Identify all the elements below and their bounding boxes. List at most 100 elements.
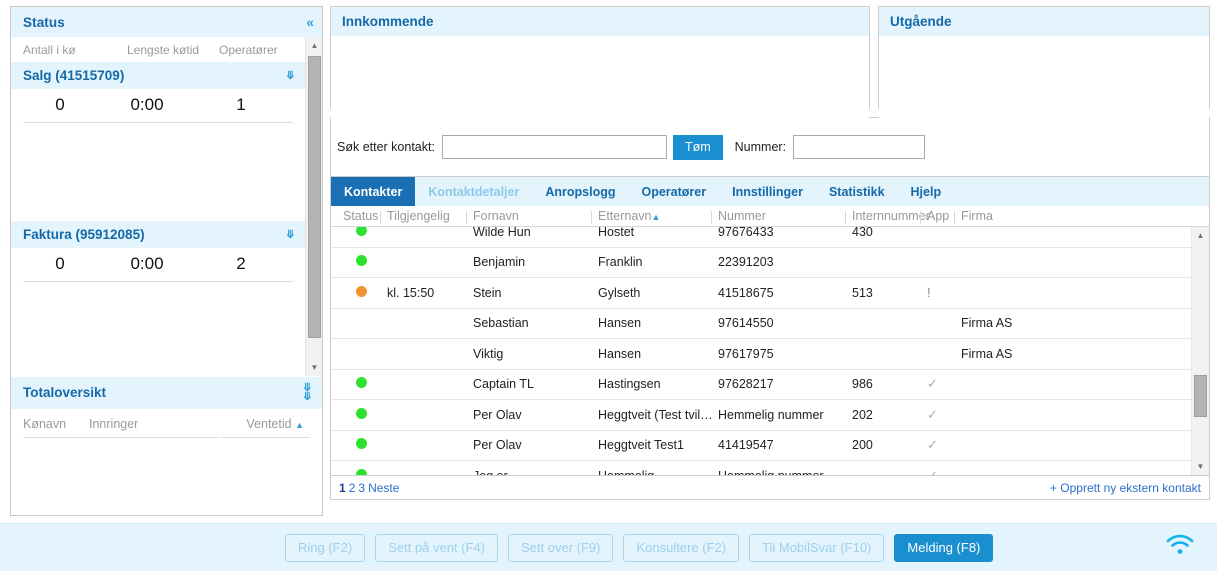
th-company[interactable]: Firma [954, 209, 1065, 224]
sidebar-header: Status « [11, 7, 322, 37]
tab-innstillinger[interactable]: Innstillinger [719, 177, 816, 206]
cell-last-name: Franklin [598, 255, 643, 270]
scroll-down-arrow-icon[interactable]: ▼ [1192, 458, 1209, 475]
queue-column-headers: Antall i kø Lengste køtid Operatører [11, 37, 305, 62]
tab-anropslogg[interactable]: Anropslogg [532, 177, 628, 206]
chevron-double-down-icon[interactable]: ⤋ ⤋ [303, 383, 312, 403]
sidebar-scrollbar[interactable]: ▲ ▼ [305, 37, 322, 376]
cell-first-name: Stein [473, 285, 502, 300]
col-wait-time[interactable]: Ventetid ▲ [246, 417, 310, 431]
cell-number: Hemmelig nummer [712, 469, 846, 475]
chevron-double-left-icon[interactable]: « [306, 15, 314, 29]
status-sidebar: Status « Antall i kø Lengste køtid Opera… [10, 6, 323, 516]
table-row[interactable]: Captain TL Hastingsen 97628217 986 ✓ [331, 370, 1191, 400]
th-last-name[interactable]: Etternavn▲ [591, 209, 712, 224]
sort-ascending-icon: ▲ [651, 212, 661, 222]
queue-count-value: 0 [55, 254, 65, 273]
incoming-calls-panel: Innkommende [330, 6, 870, 137]
page-3[interactable]: 3 [358, 481, 365, 495]
queue-group-header[interactable]: Salg (41515709) ⤋ [11, 62, 305, 89]
status-dot-green [356, 468, 367, 475]
scroll-down-arrow-icon[interactable]: ▼ [306, 359, 322, 376]
cell-last-name: Gylseth [598, 285, 641, 300]
table-row[interactable]: Per Olav Heggtveit Test1 41419547 200 ✓ [331, 431, 1191, 461]
hold-button[interactable]: Sett på vent (F4) [375, 533, 499, 562]
page-2[interactable]: 2 [349, 481, 356, 495]
th-app[interactable]: App [920, 209, 955, 224]
message-button[interactable]: Melding (F8) [894, 533, 994, 562]
cell-first-name: Jeg er [467, 469, 592, 475]
queue-scroll-region: Antall i kø Lengste køtid Operatører Sal… [11, 37, 322, 377]
col-queue-name: Kønavn [23, 416, 67, 431]
queue-detail-area [11, 123, 305, 221]
contacts-table: Status Tilgjengelig Fornavn Etternavn▲ N… [330, 206, 1210, 476]
tab-hjelp[interactable]: Hjelp [898, 177, 955, 206]
th-first-name[interactable]: Fornavn [466, 209, 592, 224]
cell-number: 22391203 [718, 255, 774, 270]
table-row[interactable]: Benjamin Franklin 22391203 [331, 248, 1191, 278]
scroll-up-arrow-icon[interactable]: ▲ [1192, 227, 1209, 244]
th-available[interactable]: Tilgjengelig [380, 209, 467, 224]
col-queue-count: Antall i kø [23, 43, 76, 57]
tab-operatorer[interactable]: Operatører [628, 177, 719, 206]
chevron-down-icon[interactable]: ⤋ [286, 69, 295, 82]
table-row[interactable]: Sebastian Hansen 97614550 Firma AS [331, 309, 1191, 339]
cell-first-name: Viktig [473, 346, 504, 361]
th-number[interactable]: Nummer [711, 209, 846, 224]
to-mobile-voicemail-button[interactable]: Til MobilSvar (F10) [749, 533, 885, 562]
table-row[interactable]: kl. 15:50 Stein Gylseth 41518675 513! [331, 278, 1191, 309]
queue-operators-value: 1 [236, 95, 246, 114]
number-label: Nummer: [734, 140, 787, 154]
totaloversikt-header[interactable]: Totaloversikt ⤋ ⤋ [11, 377, 322, 409]
status-dot-green [356, 255, 367, 267]
queue-name: Salg (41515709) [23, 68, 125, 83]
incoming-calls-list [331, 36, 869, 137]
search-input[interactable] [441, 135, 667, 159]
number-input[interactable] [793, 135, 926, 159]
transfer-button[interactable]: Sett over (F9) [508, 533, 614, 562]
page-1[interactable]: 1 [339, 481, 346, 495]
status-indicator [337, 407, 381, 422]
cell-first-name: Captain TL [473, 377, 534, 392]
scrollbar-thumb[interactable] [1194, 375, 1207, 417]
consult-button[interactable]: Konsultere (F2) [623, 533, 740, 562]
cell-company: Firma AS [961, 346, 1013, 361]
table-row[interactable]: Wilde Hun Hostet 97676433 430 [331, 227, 1191, 248]
table-footer: 1 2 3 Neste + Opprett ny ekstern kontakt [330, 476, 1210, 500]
pagination: 1 2 3 Neste [339, 481, 402, 495]
th-extension[interactable]: Internnummer [845, 209, 930, 224]
call-button[interactable]: Ring (F2) [285, 533, 366, 562]
cell-last-name: Hemmelig [592, 469, 712, 475]
sidebar-title: Status [23, 14, 65, 30]
tab-kontaktdetaljer[interactable]: Kontaktdetaljer [415, 177, 532, 206]
table-row[interactable]: Jeg erHemmeligHemmelig nummer ✓ [331, 461, 1191, 475]
tab-bar: Kontakter Kontaktdetaljer Anropslogg Ope… [330, 177, 1210, 206]
action-buttons: Ring (F2) Sett på vent (F4) Sett over (F… [275, 533, 994, 562]
col-longest-wait: Lengste køtid [127, 43, 200, 57]
scrollbar-thumb[interactable] [308, 56, 321, 338]
scroll-up-arrow-icon[interactable]: ▲ [306, 37, 322, 54]
cell-number: 97628217 [718, 377, 774, 392]
tab-kontakter[interactable]: Kontakter [331, 177, 416, 206]
next-page-link[interactable]: Neste [368, 481, 399, 495]
th-status[interactable]: Status [337, 209, 381, 223]
cell-number: 97617975 [718, 346, 774, 361]
status-dot-orange [356, 285, 367, 297]
create-external-contact-link[interactable]: + Opprett ny ekstern kontakt [1050, 481, 1201, 495]
totaloversikt-rules [11, 436, 322, 438]
table-scrollbar[interactable]: ▲ ▼ [1191, 227, 1209, 475]
queue-operators-value: 2 [236, 254, 246, 273]
clear-search-button[interactable]: Tøm [672, 134, 723, 160]
cell-app: ! [927, 285, 931, 301]
cell-last-name: Hostet [598, 227, 635, 239]
chevron-down-icon[interactable]: ⤋ [286, 228, 295, 241]
status-dot-green [356, 377, 367, 389]
status-indicator [337, 438, 381, 452]
table-body: Wilde Hun Hostet 97676433 430 Benjamin Frankl… [331, 227, 1191, 475]
cell-first-name: Per Olav [473, 407, 522, 422]
cell-extension: 430 [852, 227, 873, 239]
tab-statistikk[interactable]: Statistikk [816, 177, 898, 206]
table-row[interactable]: Viktig Hansen 97617975 Firma AS [331, 339, 1191, 370]
table-row[interactable]: Per Olav Heggtveit (Test tvil… Hemmelig nu… [331, 400, 1191, 431]
queue-group-header[interactable]: Faktura (95912085) ⤋ [11, 221, 305, 248]
